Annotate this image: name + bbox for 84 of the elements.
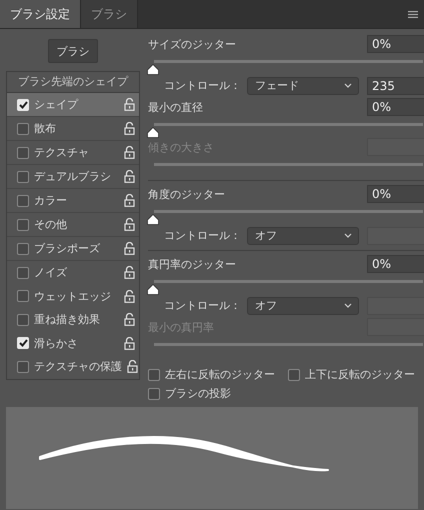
menu-icon[interactable] bbox=[408, 10, 418, 18]
panel-tab[interactable]: ブラシ bbox=[81, 0, 138, 28]
option-checkbox[interactable]: 上下に反転のジッター bbox=[288, 367, 424, 382]
option-item[interactable]: ウェットエッジ bbox=[7, 284, 139, 308]
checkbox-label: ブラシの投影 bbox=[165, 386, 232, 401]
checkbox-label: 上下に反転のジッター bbox=[305, 367, 416, 382]
setting-label: 真円率のジッター bbox=[148, 256, 236, 272]
lock-icon[interactable] bbox=[124, 170, 135, 183]
option-label: その他 bbox=[34, 217, 68, 232]
lock-icon[interactable] bbox=[124, 146, 135, 159]
lock-icon[interactable] bbox=[124, 266, 135, 280]
checkbox[interactable] bbox=[17, 290, 29, 302]
checkbox[interactable] bbox=[148, 368, 160, 380]
option-label: カラー bbox=[34, 193, 68, 208]
value-field[interactable]: 0% bbox=[367, 35, 424, 53]
option-checkbox[interactable]: ブラシの投影 bbox=[148, 386, 288, 401]
checkbox[interactable] bbox=[17, 218, 29, 230]
dropdown-value: オフ bbox=[255, 228, 277, 243]
option-item[interactable]: その他 bbox=[7, 213, 139, 237]
lock-icon[interactable] bbox=[127, 360, 138, 374]
option-item[interactable]: テクスチャ bbox=[7, 141, 139, 165]
checkbox[interactable] bbox=[17, 360, 29, 373]
checkbox[interactable] bbox=[148, 388, 160, 400]
option-item[interactable]: デュアルブラシ bbox=[7, 165, 139, 189]
control-dropdown[interactable]: フェード bbox=[247, 76, 359, 94]
dropdown-value: フェード bbox=[255, 78, 299, 93]
lock-icon[interactable] bbox=[124, 122, 135, 135]
option-label: 散布 bbox=[34, 121, 57, 136]
option-label: ブラシポーズ bbox=[34, 241, 101, 256]
control-dropdown[interactable]: オフ bbox=[247, 296, 359, 314]
option-label: シェイプ bbox=[34, 97, 80, 112]
option-label: ノイズ bbox=[34, 265, 68, 280]
option-item[interactable]: カラー bbox=[7, 189, 139, 213]
lock-icon[interactable] bbox=[124, 194, 135, 207]
checkbox[interactable] bbox=[17, 266, 29, 279]
option-item[interactable]: 重ね描き効果 bbox=[7, 308, 139, 332]
chevron-icon bbox=[344, 233, 352, 238]
control-dropdown[interactable]: オフ bbox=[247, 226, 359, 244]
dropdown-value: オフ bbox=[255, 298, 277, 313]
checkbox[interactable] bbox=[17, 170, 29, 182]
option-item[interactable]: ノイズ bbox=[7, 261, 139, 284]
panel-tab[interactable]: ブラシ設定 bbox=[0, 0, 81, 28]
control-label: コントロール： bbox=[164, 228, 241, 243]
option-label: 重ね描き効果 bbox=[34, 312, 101, 328]
option-label: ウェットエッジ bbox=[34, 288, 112, 304]
lock-icon[interactable] bbox=[124, 218, 135, 231]
option-label: テクスチャ bbox=[34, 145, 90, 160]
value-field[interactable]: 0% bbox=[367, 98, 424, 116]
checkbox[interactable] bbox=[288, 368, 300, 380]
lock-icon[interactable] bbox=[124, 336, 135, 350]
lock-icon[interactable] bbox=[124, 290, 135, 303]
checkbox-label: 左右に反転のジッター bbox=[165, 367, 276, 382]
option-label: テクスチャの保護 bbox=[34, 359, 122, 374]
control-label: コントロール： bbox=[164, 298, 241, 313]
slider-handle[interactable] bbox=[147, 127, 159, 138]
checkbox[interactable] bbox=[17, 314, 29, 326]
option-checkbox[interactable]: 左右に反転のジッター bbox=[148, 367, 288, 382]
setting-label: 角度のジッター bbox=[148, 186, 225, 202]
option-label: デュアルブラシ bbox=[34, 169, 112, 184]
chevron-icon bbox=[344, 83, 352, 88]
value-field[interactable]: 0% bbox=[367, 255, 424, 273]
value-field[interactable]: 235 bbox=[367, 76, 424, 94]
option-label: 滑らかさ bbox=[34, 336, 79, 351]
option-item[interactable]: シェイプ bbox=[7, 93, 139, 117]
slider-handle[interactable] bbox=[147, 284, 159, 295]
brushes-button[interactable]: ブラシ bbox=[48, 39, 98, 63]
slider-handle[interactable] bbox=[147, 214, 159, 225]
checkbox[interactable] bbox=[17, 122, 29, 134]
option-item[interactable]: テクスチャの保護 bbox=[7, 355, 139, 378]
option-item[interactable]: 滑らかさ bbox=[7, 332, 139, 355]
control-label: コントロール： bbox=[164, 78, 241, 93]
lock-icon[interactable] bbox=[124, 98, 135, 111]
slider-handle[interactable] bbox=[147, 64, 159, 75]
lock-icon[interactable] bbox=[124, 313, 135, 326]
option-item[interactable]: 散布 bbox=[7, 117, 139, 141]
checkbox[interactable] bbox=[17, 242, 29, 254]
checkbox[interactable] bbox=[17, 194, 29, 206]
setting-label: サイズのジッター bbox=[148, 36, 236, 52]
chevron-icon bbox=[344, 303, 352, 308]
option-item[interactable]: ブラシポーズ bbox=[7, 237, 139, 261]
lock-icon[interactable] bbox=[124, 242, 135, 255]
setting-label: 最小の直径 bbox=[148, 100, 203, 114]
checkbox[interactable] bbox=[17, 146, 29, 158]
value-field[interactable]: 0% bbox=[367, 185, 424, 203]
